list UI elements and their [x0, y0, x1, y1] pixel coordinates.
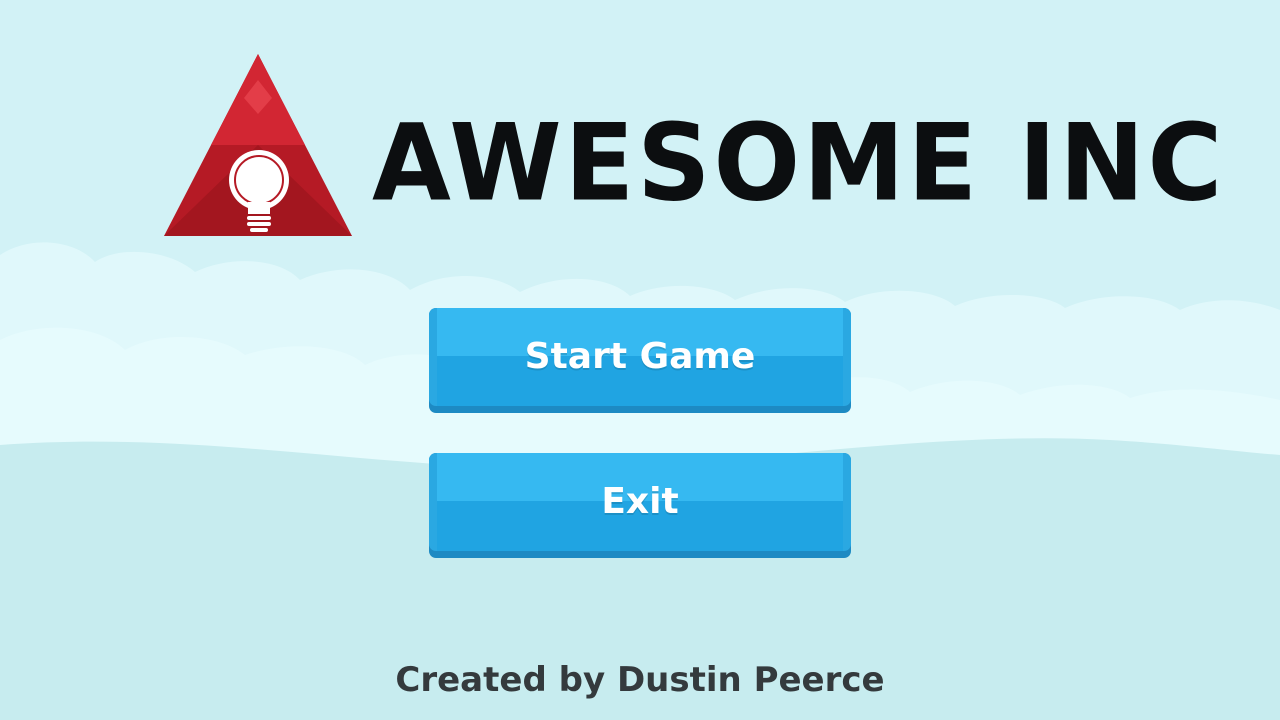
bulb-base-2: [247, 222, 271, 226]
start-game-button[interactable]: Start Game: [429, 308, 851, 413]
exit-button[interactable]: Exit: [429, 453, 851, 558]
bulb-glass: [229, 150, 289, 210]
bulb-base-1: [247, 216, 271, 220]
start-game-button-label: Start Game: [524, 336, 756, 377]
exit-button-label: Exit: [601, 481, 679, 522]
game-title: AWESOME INC: [372, 100, 1226, 226]
bulb-neck: [248, 202, 270, 214]
lightbulb-triangle-icon: [164, 54, 352, 236]
bulb-base-3: [250, 228, 268, 232]
credit-text: Created by Dustin Peerce: [395, 660, 885, 700]
